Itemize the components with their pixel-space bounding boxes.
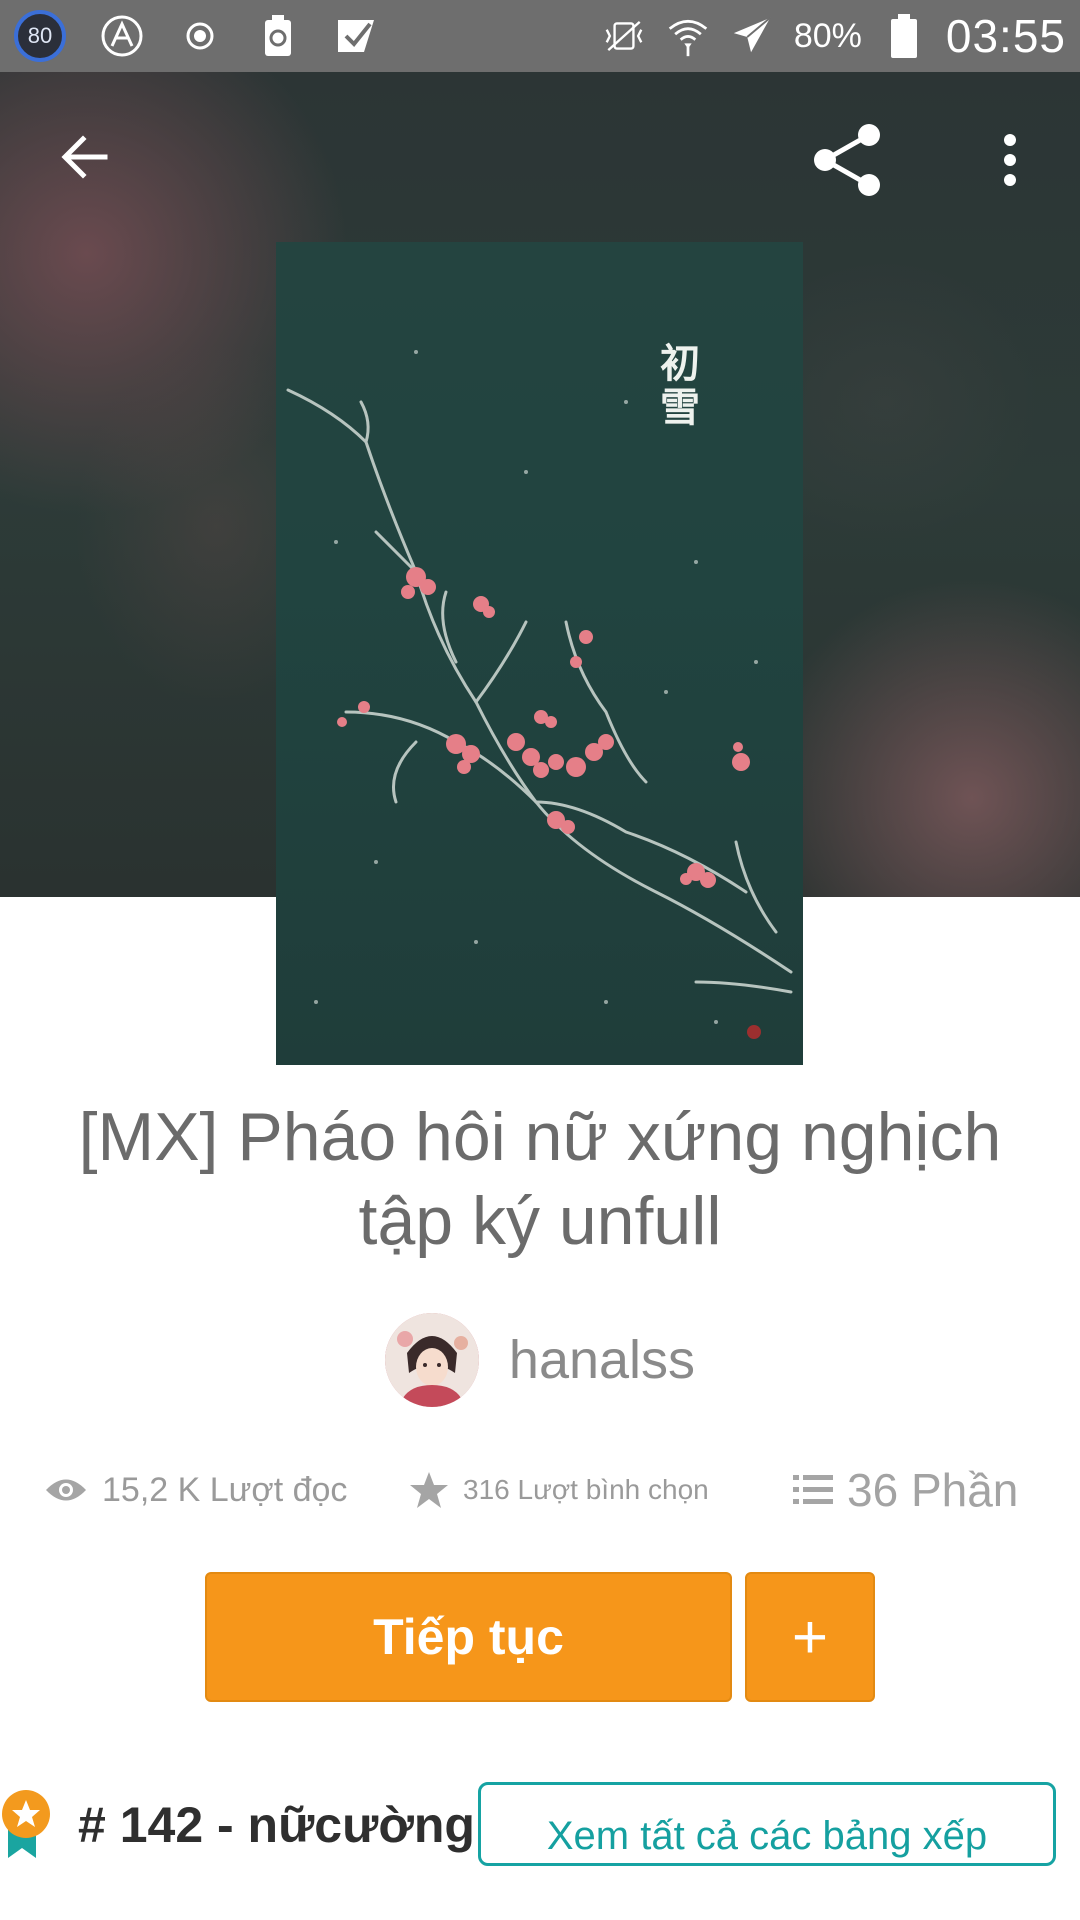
parts-stat[interactable]: 36 Phần xyxy=(793,1463,1018,1517)
task-check-icon xyxy=(334,14,378,58)
votes-stat: 316 Lượt bình chọn xyxy=(409,1471,793,1509)
arrow-left-icon xyxy=(61,135,108,179)
story-title: [MX] Pháo hôi nữ xứng nghịch tập ký unfu… xyxy=(78,1099,1002,1259)
reads-stat: 15,2 K Lượt đọc xyxy=(44,1471,409,1510)
battery-icon xyxy=(882,14,926,58)
battery-percent: 80% xyxy=(793,16,862,55)
ranking-text: # 142 - nữcường xyxy=(78,1797,475,1853)
story-detail-screen: 80 80% 03:55 初雪 [MX] Pháo hôi nữ xứng ng… xyxy=(0,0,1080,1920)
votes-count: 316 Lượt bình chọn xyxy=(463,1474,709,1505)
share-icon xyxy=(814,124,880,196)
continue-reading-button[interactable]: Tiếp tục xyxy=(205,1572,732,1702)
notification-badge-icon: 80 xyxy=(14,10,66,62)
avatar-illustration xyxy=(384,1313,479,1407)
notification-badge-count: 80 xyxy=(27,23,53,48)
record-icon xyxy=(178,14,222,58)
eye-icon xyxy=(46,1479,86,1501)
airplane-mode-icon xyxy=(730,14,774,58)
author-row[interactable]: hanalss xyxy=(0,1312,1080,1408)
list-icon xyxy=(793,1475,833,1504)
cover-title-text: 初雪 xyxy=(653,342,700,430)
plum-blossom-illustration xyxy=(286,350,793,1039)
share-button[interactable] xyxy=(808,120,888,200)
add-to-library-button[interactable]: + xyxy=(745,1572,875,1702)
wifi-icon xyxy=(666,14,710,58)
story-stats: 15,2 K Lượt đọc 316 Lượt bình chọn 36 Ph… xyxy=(44,1460,1044,1520)
star-icon xyxy=(410,1472,448,1508)
reads-count: 15,2 K Lượt đọc xyxy=(102,1470,348,1509)
view-all-rankings-button[interactable]: Xem tất cả các bảng xếp xyxy=(478,1782,1056,1866)
back-button[interactable] xyxy=(50,122,120,192)
more-vertical-icon xyxy=(1004,134,1016,186)
vibrate-mute-icon xyxy=(602,14,646,58)
author-name[interactable]: hanalss xyxy=(509,1329,695,1391)
more-options-button[interactable] xyxy=(980,120,1040,200)
status-bar: 80 80% 03:55 xyxy=(0,0,1080,72)
view-all-rankings-label: Xem tất cả các bảng xếp xyxy=(546,1814,988,1858)
ranking-medal-icon xyxy=(0,1788,56,1858)
author-avatar[interactable] xyxy=(384,1313,479,1407)
battery-saver-icon xyxy=(256,14,300,58)
app-a-icon xyxy=(100,14,144,58)
parts-count: 36 Phần xyxy=(847,1464,1019,1516)
clock: 03:55 xyxy=(945,10,1066,62)
story-cover[interactable]: 初雪 xyxy=(276,242,803,1065)
